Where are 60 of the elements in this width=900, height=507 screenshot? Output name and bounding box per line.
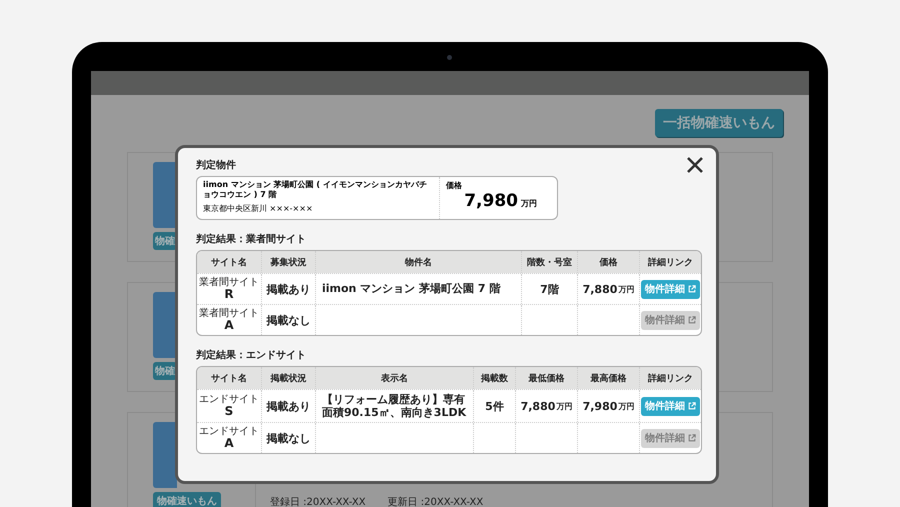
- column-header: 階数・号室: [521, 251, 577, 273]
- table-cell: 掲載あり: [266, 398, 310, 414]
- column-header: サイト名: [210, 256, 248, 270]
- site-type: エンドサイト: [199, 426, 259, 438]
- property-name: iimon マンション 茅場町公園 ( イイモンマンションカヤバチョウコウエン ) 7 階: [203, 180, 428, 200]
- check-button[interactable]: 物確速いもん: [153, 492, 221, 507]
- site-name: A: [224, 318, 234, 332]
- column-header: 表示名: [315, 367, 473, 389]
- price-unit: 万円: [521, 198, 537, 209]
- section-title: 判定物件: [196, 158, 236, 172]
- price-value: 7,980: [582, 400, 618, 413]
- price-value: 7,880: [582, 282, 618, 296]
- column-header: 価格: [577, 251, 639, 273]
- photo-placeholder: [153, 422, 177, 488]
- price-unit: 万円: [618, 400, 634, 412]
- site-name: R: [224, 288, 234, 302]
- site-type: エンドサイト: [199, 394, 259, 406]
- price-unit: 万円: [556, 400, 572, 412]
- column-header: 詳細リンク: [639, 251, 701, 273]
- updated-date: 更新日 :20XX-XX-XX: [388, 496, 484, 507]
- site-type: 業者間サイト: [199, 276, 259, 288]
- bulk-check-button[interactable]: 一括物確速いもん: [655, 109, 783, 137]
- detail-link-button[interactable]: 物件詳細: [641, 396, 700, 416]
- site-type: 業者間サイト: [199, 308, 259, 319]
- check-button[interactable]: 物確: [153, 362, 177, 380]
- external-link-icon: [688, 316, 696, 324]
- photo-placeholder: [153, 162, 177, 228]
- camera-icon: [447, 55, 452, 60]
- price-value: 7,880: [520, 400, 556, 413]
- listing-name: 【リフォーム履歴あり】専有面積90.15㎡、南向き3LDK: [322, 393, 467, 420]
- column-header: 物件名: [315, 251, 521, 273]
- table-cell: 5件: [485, 398, 504, 414]
- property-address: 東京都中央区新川 ×××-×××: [203, 203, 314, 215]
- table-cell: 7階: [540, 282, 559, 296]
- check-button[interactable]: 物確: [153, 232, 177, 250]
- close-icon[interactable]: [686, 156, 704, 174]
- column-header: 募集状況: [261, 251, 315, 273]
- detail-link-button[interactable]: 物件詳細: [641, 280, 700, 298]
- column-header: 最高価格: [577, 367, 639, 389]
- site-name: A: [224, 437, 234, 450]
- price-unit: 万円: [618, 284, 634, 294]
- column-header: 掲載数: [473, 367, 515, 389]
- section-title: 判定結果：業者間サイト: [196, 232, 306, 246]
- table-cell: 掲載なし: [266, 312, 310, 328]
- listing-name: iimon マンション 茅場町公園 7 階: [322, 282, 500, 296]
- price-value: 7,980: [464, 191, 518, 211]
- table-cell: 掲載なし: [266, 430, 310, 446]
- external-link-icon: [688, 434, 696, 442]
- registered-date: 登録日 :20XX-XX-XX: [270, 496, 366, 507]
- column-header: サイト名: [210, 372, 248, 386]
- column-header: 掲載状況: [261, 367, 315, 389]
- section-title: 判定結果：エンドサイト: [196, 348, 306, 362]
- external-link-icon: [688, 285, 696, 293]
- column-header: 詳細リンク: [639, 367, 701, 389]
- column-header: 最低価格: [515, 367, 577, 389]
- photo-placeholder: [153, 292, 177, 358]
- table-cell: 掲載あり: [266, 282, 310, 296]
- site-name: S: [224, 405, 234, 418]
- external-link-icon: [688, 402, 696, 410]
- price-label: 価格: [446, 180, 463, 191]
